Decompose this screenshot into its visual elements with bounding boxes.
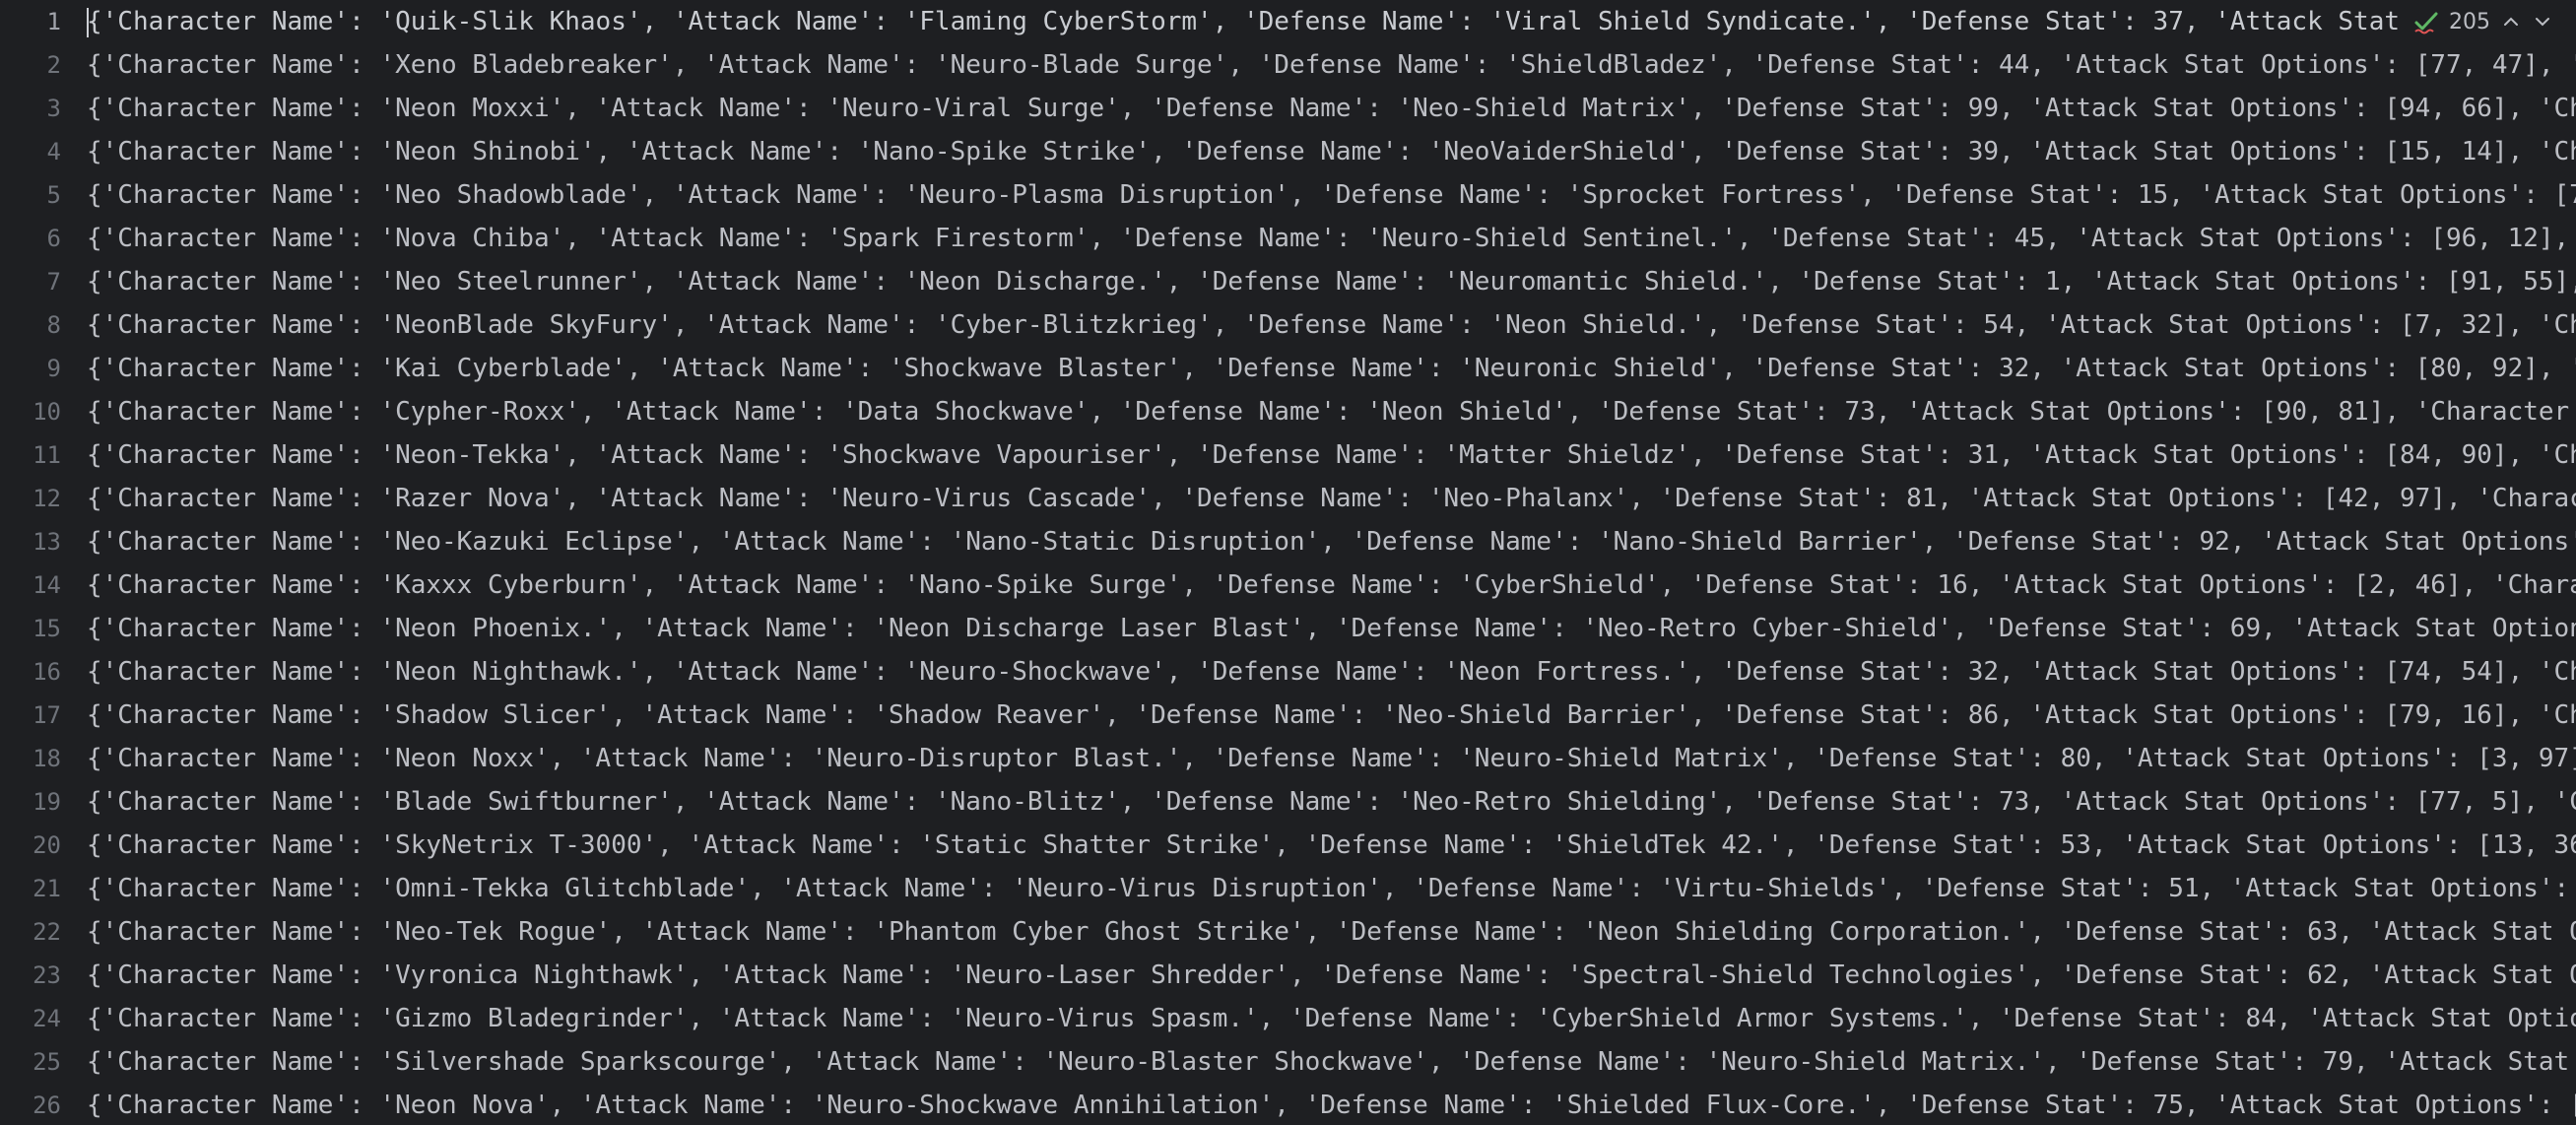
- code-line[interactable]: {'Character Name': 'Neon Noxx', 'Attack …: [87, 737, 2576, 780]
- line-number: 20: [33, 831, 61, 859]
- code-line[interactable]: {'Character Name': 'Neon Nova', 'Attack …: [87, 1084, 2576, 1125]
- line-number: 10: [33, 398, 61, 426]
- code-line[interactable]: {'Character Name': 'Neo Steelrunner', 'A…: [87, 260, 2576, 303]
- code-line[interactable]: {'Character Name': 'Neon Shinobi', 'Atta…: [87, 130, 2576, 173]
- code-line[interactable]: {'Character Name': 'Neo Shadowblade', 'A…: [87, 173, 2576, 217]
- code-line[interactable]: {'Character Name': 'Silvershade Sparksco…: [87, 1040, 2576, 1084]
- code-line[interactable]: {'Character Name': 'Neo-Tek Rogue', 'Att…: [87, 910, 2576, 954]
- code-line[interactable]: {'Character Name': 'Kai Cyberblade', 'At…: [87, 347, 2576, 390]
- line-number: 3: [46, 95, 61, 122]
- line-number: 14: [33, 571, 61, 599]
- line-number: 12: [33, 485, 61, 512]
- line-number-gutter: 1 2 3 4 5 6 7 8 9 10 11 12 13 14 15 16 17 18 19 20 21 22 23 24 2…: [0, 0, 79, 1125]
- code-line[interactable]: {'Character Name': 'Quik-Slik Khaos', 'A…: [87, 0, 2400, 43]
- line-number: 26: [33, 1092, 61, 1119]
- line-number: 25: [33, 1048, 61, 1076]
- line-number: 6: [46, 225, 61, 252]
- chevron-up-icon[interactable]: [2500, 11, 2522, 33]
- editor-viewport: 1 2 3 4 5 6 7 8 9 10 11 12 13 14 15 16 17 18 19 20 21 22 23 24 2…: [0, 0, 2576, 1125]
- line-number: 1: [46, 8, 61, 35]
- code-line[interactable]: {'Character Name': 'Neon Moxxi', 'Attack…: [87, 87, 2576, 130]
- code-line[interactable]: {'Character Name': 'Blade Swiftburner', …: [87, 780, 2576, 824]
- code-line[interactable]: {'Character Name': 'Nova Chiba', 'Attack…: [87, 217, 2576, 260]
- chevron-down-icon[interactable]: [2532, 11, 2553, 33]
- line-number: 7: [46, 268, 61, 296]
- code-line[interactable]: {'Character Name': 'Shadow Slicer', 'Att…: [87, 694, 2576, 737]
- code-line[interactable]: {'Character Name': 'Gizmo Bladegrinder',…: [87, 997, 2576, 1040]
- code-line[interactable]: {'Character Name': 'Kaxxx Cyberburn', 'A…: [87, 563, 2576, 607]
- line-number: 21: [33, 875, 61, 902]
- line-number: 23: [33, 961, 61, 989]
- inspection-widget[interactable]: 205: [2404, 0, 2576, 43]
- line-number: 22: [33, 918, 61, 946]
- code-line[interactable]: {'Character Name': 'Xeno Bladebreaker', …: [87, 43, 2576, 87]
- line-number: 4: [46, 138, 61, 165]
- line-number: 11: [33, 441, 61, 469]
- code-line[interactable]: {'Character Name': 'Cypher-Roxx', 'Attac…: [87, 390, 2576, 433]
- line-number: 15: [33, 615, 61, 642]
- line-number: 5: [46, 181, 61, 209]
- line-number: 19: [33, 788, 61, 816]
- code-line[interactable]: {'Character Name': 'Neon-Tekka', 'Attack…: [87, 433, 2576, 477]
- line-number: 17: [33, 701, 61, 729]
- code-line[interactable]: {'Character Name': 'Omni-Tekka Glitchbla…: [87, 867, 2576, 910]
- code-line[interactable]: {'Character Name': 'NeonBlade SkyFury', …: [87, 303, 2576, 347]
- line-number: 2: [46, 51, 61, 79]
- inspection-count: 205: [2449, 9, 2490, 34]
- line-number: 8: [46, 311, 61, 339]
- line-number: 18: [33, 745, 61, 772]
- code-line[interactable]: {'Character Name': 'SkyNetrix T-3000', '…: [87, 824, 2576, 867]
- code-line[interactable]: {'Character Name': 'Neon Nighthawk.', 'A…: [87, 650, 2576, 694]
- text-caret: [87, 8, 89, 37]
- code-line[interactable]: {'Character Name': 'Neon Phoenix.', 'Att…: [87, 607, 2576, 650]
- line-number: 16: [33, 658, 61, 686]
- code-line[interactable]: {'Character Name': 'Neo-Kazuki Eclipse',…: [87, 520, 2576, 563]
- line-number: 9: [46, 355, 61, 382]
- spellcheck-icon[interactable]: [2413, 9, 2439, 34]
- line-number: 13: [33, 528, 61, 556]
- code-line[interactable]: {'Character Name': 'Vyronica Nighthawk',…: [87, 954, 2576, 997]
- code-area[interactable]: {'Character Name': 'Quik-Slik Khaos', 'A…: [87, 0, 2576, 1125]
- code-line[interactable]: {'Character Name': 'Razer Nova', 'Attack…: [87, 477, 2576, 520]
- line-number: 24: [33, 1005, 61, 1032]
